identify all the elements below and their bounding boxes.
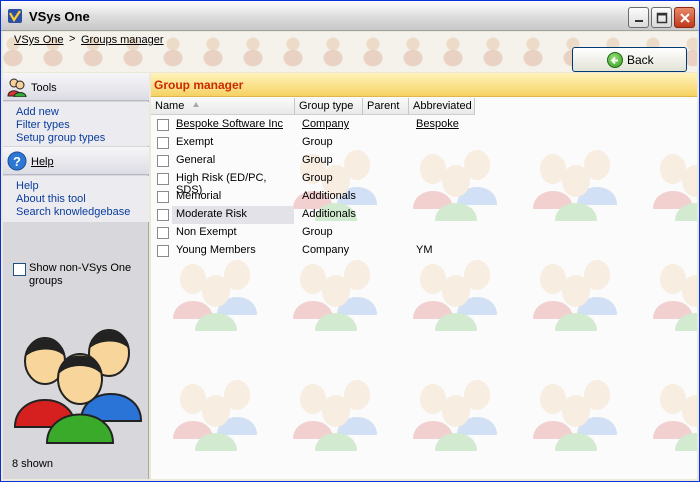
sort-ascending-icon — [193, 102, 199, 107]
group-name: Moderate Risk — [176, 208, 247, 220]
abbreviation-link[interactable]: Bespoke — [416, 118, 459, 130]
add-new-link[interactable]: Add new — [16, 106, 59, 118]
back-button[interactable]: Back — [572, 47, 687, 72]
group-type: Additionals — [302, 208, 356, 220]
group-name: Non Exempt — [176, 226, 237, 238]
group-grid: Group manager Name Group type Parent Abb… — [151, 73, 697, 479]
help-icon: ? — [7, 151, 27, 171]
filter-types-link[interactable]: Filter types — [16, 119, 70, 131]
back-button-label: Back — [627, 53, 654, 67]
group-type: Group — [302, 172, 333, 184]
table-row[interactable]: Moderate Risk Additionals — [151, 206, 697, 224]
group-type: Group — [302, 136, 333, 148]
table-row[interactable]: Memorial Additionals — [151, 188, 697, 206]
column-header-parent[interactable]: Parent — [363, 98, 409, 115]
help-link[interactable]: Help — [16, 180, 39, 192]
breadcrumb: VSys One — [14, 33, 64, 47]
group-type-link[interactable]: Company — [302, 118, 349, 130]
left-pane: Tools Add new Filter types Setup group t… — [3, 73, 149, 479]
group-people-icon — [11, 321, 143, 445]
tools-links: Add new Filter types Setup group types — [3, 102, 149, 146]
tools-panel-header: Tools — [3, 73, 149, 101]
row-checkbox[interactable] — [157, 245, 169, 257]
svg-text:?: ? — [13, 154, 21, 169]
group-name: Exempt — [176, 136, 214, 148]
app-window: VSys One VSys One > Groups manager Back — [0, 0, 700, 482]
people-icon — [7, 77, 27, 98]
help-panel-header: ? Help — [3, 147, 149, 175]
column-header-label: Parent — [367, 100, 400, 112]
group-name: Memorial — [176, 190, 222, 202]
name-cell: Moderate Risk — [172, 206, 294, 224]
row-checkbox[interactable] — [157, 227, 169, 239]
maximize-button[interactable] — [651, 7, 672, 28]
column-header-label: Name — [155, 100, 185, 112]
grid-title-bar: Group manager — [151, 73, 697, 97]
table-row[interactable]: Exempt Group — [151, 134, 697, 152]
breadcrumb-groups-manager[interactable]: Groups manager — [81, 34, 164, 46]
minimize-icon — [635, 20, 643, 22]
group-type: Group — [302, 154, 333, 166]
search-knowledgebase-link[interactable]: Search knowledgebase — [16, 206, 130, 218]
breadcrumb-separator: > — [69, 33, 76, 45]
row-checkbox[interactable] — [157, 155, 169, 167]
abbreviation: YM — [416, 244, 433, 256]
minimize-button[interactable] — [628, 7, 649, 28]
group-type: Group — [302, 226, 333, 238]
group-name: Young Members — [176, 244, 256, 256]
table-row[interactable]: Non Exempt Group — [151, 224, 697, 242]
shown-count: 8 shown — [12, 458, 53, 470]
about-tool-link[interactable]: About this tool — [16, 193, 86, 205]
table-row[interactable]: Bespoke Software Inc Company Bespoke — [151, 116, 697, 134]
column-header-abbreviated[interactable]: Abbreviated — [409, 98, 475, 115]
show-non-vsys-checkbox[interactable] — [13, 263, 26, 276]
column-header-label: Abbreviated — [413, 100, 472, 112]
group-type: Company — [302, 244, 350, 256]
window-title: VSys One — [29, 9, 90, 24]
close-button[interactable] — [674, 7, 695, 28]
name-cell: Memorial — [172, 188, 294, 206]
row-checkbox[interactable] — [157, 119, 169, 131]
back-arrow-icon — [607, 52, 623, 68]
help-title[interactable]: Help — [31, 156, 54, 168]
group-type: Additionals — [302, 190, 356, 202]
column-header-name[interactable]: Name — [151, 98, 295, 115]
row-checkbox[interactable] — [157, 173, 169, 185]
show-non-vsys-label: Show non-VSys One groups — [29, 262, 132, 287]
column-header-group-type[interactable]: Group type — [295, 98, 363, 115]
tools-title: Tools — [31, 82, 57, 94]
setup-group-types-link[interactable]: Setup group types — [16, 132, 105, 144]
table-row[interactable]: Young Members Company YM — [151, 242, 697, 260]
name-cell: Young Members — [172, 242, 294, 260]
row-checkbox[interactable] — [157, 191, 169, 203]
row-checkbox[interactable] — [157, 209, 169, 221]
breadcrumb: Groups manager — [81, 33, 164, 47]
maximize-icon — [656, 12, 668, 24]
group-name: General — [176, 154, 216, 166]
name-cell: Bespoke Software Inc — [172, 116, 294, 134]
group-name-link[interactable]: Bespoke Software Inc — [176, 118, 283, 130]
name-cell: High Risk (ED/PC, SDS) — [172, 170, 294, 196]
breadcrumb-vsys-one[interactable]: VSys One — [14, 34, 64, 46]
close-icon — [680, 13, 690, 23]
row-checkbox[interactable] — [157, 137, 169, 149]
help-links: Help About this tool Search knowledgebas… — [3, 176, 149, 222]
column-header-label: Group type — [299, 100, 354, 112]
title-bar[interactable]: VSys One — [1, 1, 699, 31]
table-row[interactable]: General Group — [151, 152, 697, 170]
grid-title: Group manager — [154, 78, 244, 92]
name-cell: Exempt — [172, 134, 294, 152]
table-row[interactable]: High Risk (ED/PC, SDS) Group — [151, 170, 697, 196]
app-icon — [7, 8, 23, 24]
name-cell: Non Exempt — [172, 224, 294, 242]
name-cell: General — [172, 152, 294, 170]
